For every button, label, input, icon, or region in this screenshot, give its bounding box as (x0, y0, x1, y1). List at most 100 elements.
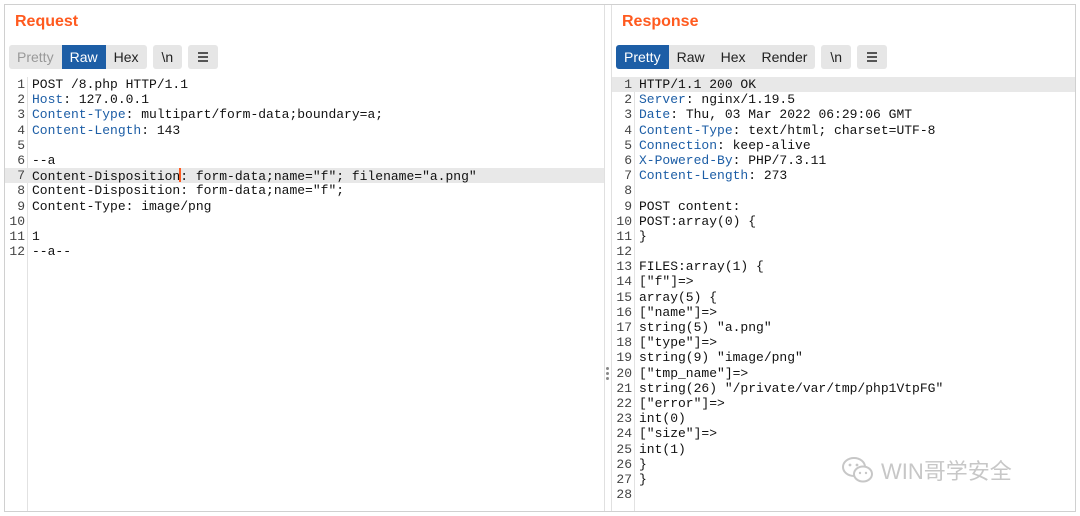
line-text-part: } (639, 228, 647, 244)
line-number: 8 (17, 183, 25, 199)
line-text: array(5) { (639, 290, 717, 305)
line-text: string(9) "image/png" (639, 350, 803, 365)
line-text-part: : 143 (141, 122, 181, 138)
line-text-part: : keep-alive (717, 137, 811, 153)
code-line: 21 string(26) "/private/var/tmp/php1VtpFG… (612, 381, 1075, 396)
line-number: 26 (616, 456, 632, 472)
line-number: 4 (624, 122, 632, 138)
line-text-part: : Thu, 03 Mar 2022 06:29:06 GMT (670, 107, 913, 123)
line-text-part: POST:array(0) { (639, 213, 757, 229)
code-line: 8 (612, 183, 1075, 198)
line-text: ["error"]=> (639, 396, 725, 411)
code-line: 11 1 (5, 229, 604, 244)
line-text: ["f"]=> (639, 274, 694, 289)
show-newlines-button[interactable]: \n (821, 45, 852, 69)
line-number: 13 (616, 259, 632, 275)
line-text: X-Powered-By: PHP/7.3.11 (639, 153, 826, 168)
code-line: 22 ["error"]=> (612, 396, 1075, 411)
code-line: 6 --a (5, 153, 604, 168)
line-number: 18 (616, 335, 632, 351)
response-toolbar: Pretty Raw Hex Render \n (616, 45, 888, 69)
pane-splitter-handle[interactable] (606, 365, 610, 382)
line-text-part: : multipart/form-data;boundary=a; (125, 107, 384, 123)
code-line: 12 (612, 244, 1075, 259)
line-number: 4 (17, 122, 25, 138)
line-number: 3 (624, 107, 632, 123)
line-text-part: ["size"]=> (639, 426, 718, 442)
code-line: 19 string(9) "image/png" (612, 350, 1075, 365)
line-text: Server: nginx/1.19.5 (639, 92, 795, 107)
tab-render[interactable]: Render (753, 45, 816, 69)
response-title: Response (622, 13, 699, 30)
watermark-text: WIN哥学安全 (881, 459, 1012, 484)
response-view-tabs: Pretty Raw Hex Render (616, 45, 816, 69)
line-number: 11 (9, 228, 25, 244)
tab-pretty[interactable]: Pretty (9, 45, 62, 69)
code-line: 5 (5, 138, 604, 153)
tab-raw[interactable]: Raw (61, 45, 106, 69)
line-number: 2 (17, 92, 25, 108)
line-number: 9 (624, 198, 632, 214)
code-line: 11} (612, 229, 1075, 244)
line-number: 6 (624, 152, 632, 168)
line-text-part: ["tmp_name"]=> (639, 365, 749, 381)
watermark: WIN哥学安全 (841, 454, 1012, 486)
line-text: Content-Disposition: form-data;name="f";… (32, 168, 477, 184)
code-line: 20 ["tmp_name"]=> (612, 366, 1075, 381)
code-line: 15 array(5) { (612, 290, 1075, 305)
response-editor[interactable]: 1 HTTP/1.1 200 OK 2 Server: nginx/1.19.5 3 Da… (612, 77, 1075, 511)
line-text-part: Content-Disposition (32, 169, 181, 185)
response-code: 1 HTTP/1.1 200 OK 2 Server: nginx/1.19.5 3 Da… (612, 77, 1075, 502)
line-text: } (639, 229, 647, 244)
line-number: 24 (616, 426, 632, 442)
tab-hex[interactable]: Hex (712, 45, 754, 69)
line-text: Date: Thu, 03 Mar 2022 06:29:06 GMT (639, 107, 912, 122)
line-text-part: POST content: (639, 198, 741, 214)
code-line: 1 HTTP/1.1 200 OK (612, 77, 1075, 93)
show-newlines-button[interactable]: \n (152, 45, 183, 69)
tab-pretty[interactable]: Pretty (616, 45, 669, 69)
menu-icon[interactable] (857, 45, 888, 69)
tab-hex[interactable]: Hex (105, 45, 147, 69)
line-text-part: --a (32, 152, 56, 168)
line-number: 8 (624, 183, 632, 199)
code-line: 10 (5, 214, 604, 229)
code-line: 24 ["size"]=> (612, 426, 1075, 441)
code-line: 7 Content-Disposition: form-data;name="f"… (5, 168, 604, 184)
line-text: Content-Type: text/html; charset=UTF-8 (639, 123, 935, 138)
header-name: X-Powered-By (639, 152, 733, 168)
line-text: Content-Length: 143 (32, 123, 180, 138)
line-text: HTTP/1.1 200 OK (639, 77, 756, 92)
line-text-part: POST /8.php HTTP/1.1 (32, 77, 189, 92)
line-number: 11 (616, 228, 632, 244)
header-name: Host (32, 92, 64, 108)
line-number: 15 (616, 289, 632, 305)
line-text-part: HTTP/1.1 200 OK (639, 77, 757, 92)
line-text: ["tmp_name"]=> (639, 366, 748, 381)
line-text: string(26) "/private/var/tmp/php1VtpFG" (639, 381, 943, 396)
line-text: } (639, 472, 647, 487)
line-number: 7 (17, 168, 25, 184)
line-text: string(5) "a.png" (639, 320, 772, 335)
request-editor[interactable]: 1 POST /8.php HTTP/1.1 2 Host: 127.0.0.1 3 Co… (5, 77, 604, 511)
menu-icon[interactable] (188, 45, 219, 69)
line-text-part: ["f"]=> (639, 274, 694, 290)
line-number: 2 (624, 92, 632, 108)
line-text-part: : nginx/1.19.5 (685, 92, 796, 108)
code-line: 4 Content-Length: 143 (5, 123, 604, 138)
line-number: 12 (9, 244, 25, 260)
line-text: Content-Type: multipart/form-data;bounda… (32, 107, 383, 122)
line-text: --a-- (32, 244, 71, 259)
line-text: ["name"]=> (639, 305, 717, 320)
request-title: Request (15, 13, 79, 30)
line-number: 1 (17, 77, 25, 92)
http-message-viewer: Request Pretty Raw Hex \n 1 POST /8.php H… (4, 4, 1076, 512)
code-line: 6 X-Powered-By: PHP/7.3.11 (612, 153, 1075, 168)
line-number: 10 (9, 213, 25, 229)
tab-raw[interactable]: Raw (668, 45, 713, 69)
code-line: 8 Content-Disposition: form-data;name="f"… (5, 183, 604, 198)
line-text-part: Content-Type: image/png (32, 198, 212, 214)
line-text: Content-Disposition: form-data;name="f"; (32, 183, 344, 198)
request-view-tabs: Pretty Raw Hex (9, 45, 147, 69)
line-number: 5 (17, 137, 25, 153)
